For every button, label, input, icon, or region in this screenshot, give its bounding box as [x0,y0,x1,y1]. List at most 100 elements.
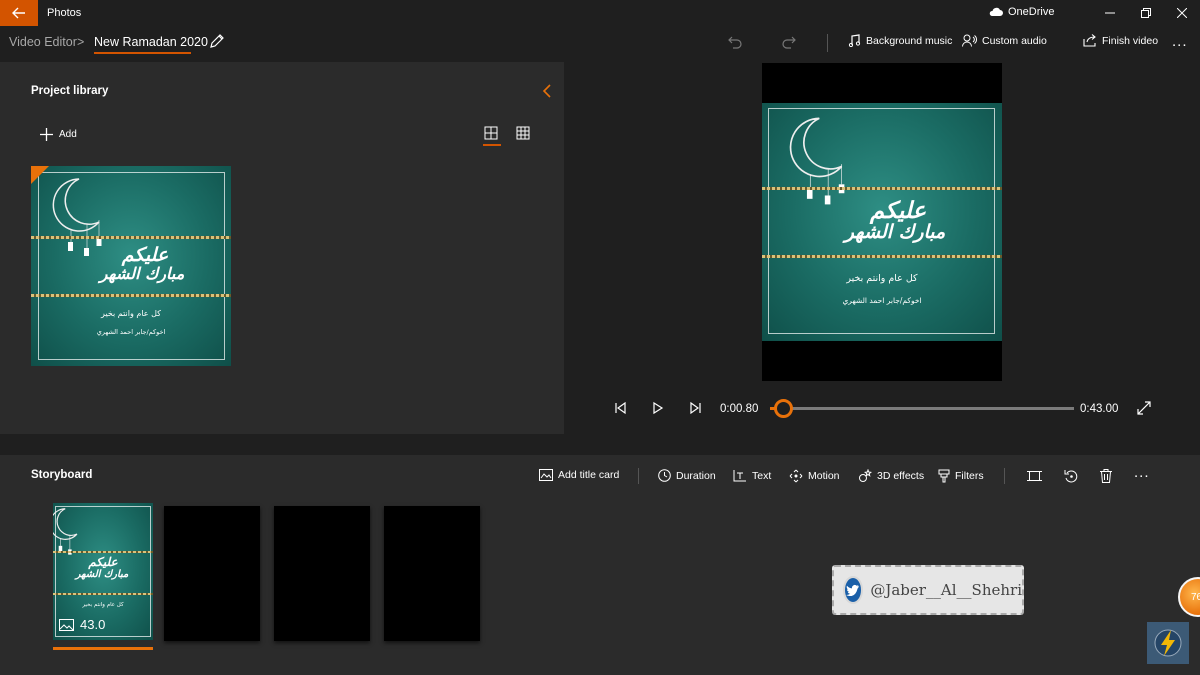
card-rope-bottom [31,294,231,297]
ramadan-card-thumbnail: عليكم مبارك الشهر كل عام وانتم بخير اخوك… [31,166,231,366]
custom-audio-button[interactable]: Custom audio [962,34,1047,47]
calligraphy-top: عليكم [121,244,169,266]
motion-button[interactable]: Motion [789,469,840,483]
title-bar: Photos OneDrive [0,0,1200,26]
breadcrumb-video-editor[interactable]: Video Editor [9,35,77,49]
rotate-button[interactable] [1062,467,1080,485]
step-forward-icon [690,401,701,415]
badge-count: 76 [1191,592,1200,603]
twitter-watermark: @Jaber__Al__Shehri [832,565,1024,615]
person-audio-icon [962,34,977,47]
undo-button[interactable] [726,33,744,51]
ramadan-card-preview: عليكم مبارك الشهر كل عام وانتم بخير اخوك… [762,103,1002,341]
twitter-handle: @Jaber__Al__Shehri [870,581,1022,599]
card-greeting: كل عام وانتم بخير [846,273,918,284]
twitter-bird-icon [843,576,864,604]
in-use-flag [31,166,49,184]
lightning-app-icon[interactable] [1147,622,1189,664]
collapse-library-button[interactable] [542,84,552,103]
small-grid-view-button[interactable] [516,126,532,142]
add-title-card-label: Add title card [558,469,620,481]
back-arrow-icon [12,7,25,19]
onedrive-status[interactable]: OneDrive [989,6,1054,18]
calligraphy-bottom: مبارك الشهر [99,264,185,283]
video-preview[interactable]: عليكم مبارك الشهر كل عام وانتم بخير اخوك… [762,63,1002,381]
motion-icon [789,469,803,483]
storyboard-empty-slot[interactable] [164,506,260,641]
app-title: Photos [47,7,82,19]
card-greeting: كل عام وانتم بخير [101,309,161,318]
clock-icon [658,469,671,482]
calligraphy-top: عليكم [869,197,927,224]
project-name[interactable]: New Ramadan 2020 [94,35,208,49]
medium-grid-view-button[interactable] [484,126,500,142]
restore-icon [1141,8,1151,18]
pencil-icon [210,34,224,48]
storyboard-clip-1[interactable]: عليكم مبارك الشهر كل عام وانتم بخير 43.0 [53,503,153,640]
storyboard-more-button[interactable]: ... [1134,464,1150,481]
seek-bar[interactable] [770,407,1074,410]
image-icon [59,618,74,631]
crop-resize-icon [1026,471,1042,481]
text-label: Text [752,469,772,482]
add-title-card-button[interactable]: Add title card [539,469,619,481]
library-media-item[interactable]: عليكم مبارك الشهر كل عام وانتم بخير اخوك… [31,166,231,366]
finish-video-label: Finish video [1102,34,1159,47]
selected-clip-indicator [53,647,153,650]
storyboard-empty-slot[interactable] [274,506,370,641]
export-icon [1083,34,1096,47]
calligraphy-top: عليكم [88,555,118,569]
calligraphy-bottom: مبارك الشهر [844,221,946,243]
previous-frame-button[interactable] [613,398,627,420]
background-music-button[interactable]: Background music [848,34,952,47]
play-icon [653,401,664,415]
active-view-indicator [483,144,501,146]
filters-label: Filters [955,470,984,482]
rotate-icon [1064,470,1078,483]
3d-effects-button[interactable]: 3D effects [858,469,924,483]
add-media-button[interactable]: Add [40,128,77,141]
minimize-button[interactable] [1092,0,1128,26]
play-button[interactable] [651,398,665,420]
seek-handle[interactable] [773,399,793,418]
filter-icon [938,469,950,483]
effects-icon [859,469,872,482]
project-library-panel: Project library Add عليكم مبارك الشهر كل… [0,62,564,434]
more-options-button[interactable]: ... [1172,33,1188,50]
storyboard-divider [1004,468,1005,484]
next-frame-button[interactable] [689,398,703,420]
custom-audio-label: Custom audio [982,34,1047,47]
onedrive-label: OneDrive [1008,6,1055,18]
close-button[interactable] [1164,0,1200,26]
filters-button[interactable]: Filters [938,469,984,483]
fullscreen-button[interactable] [1137,401,1151,420]
finish-video-button[interactable]: Finish video [1083,34,1158,47]
card-rope-top [762,187,1002,190]
breadcrumb-separator: > [77,35,85,49]
editor-toolbar: Video Editor > New Ramadan 2020 Backgrou… [0,26,1200,62]
rename-button[interactable] [209,33,225,54]
undo-icon [728,36,742,49]
chevron-left-icon [542,84,551,98]
redo-icon [782,36,796,49]
clip-duration-value: 43.0 [80,617,106,632]
music-note-icon [848,34,861,47]
back-button[interactable] [0,0,38,26]
background-music-label: Background music [866,34,953,47]
text-button[interactable]: Text [733,469,771,482]
add-media-label: Add [59,129,77,140]
expand-icon [1137,401,1151,415]
lightning-bolt-icon [1154,629,1182,657]
toolbar-divider [827,34,828,52]
project-name-underline [94,52,191,54]
restore-button[interactable] [1128,0,1164,26]
resize-button[interactable] [1025,467,1043,485]
delete-button[interactable] [1097,467,1115,485]
text-icon [733,470,746,482]
duration-button[interactable]: Duration [658,469,716,482]
duration-label: Duration [676,469,716,482]
storyboard-empty-slot[interactable] [384,506,480,641]
redo-button[interactable] [780,33,798,51]
card-rope-bottom [53,593,153,595]
project-library-title: Project library [31,85,109,97]
